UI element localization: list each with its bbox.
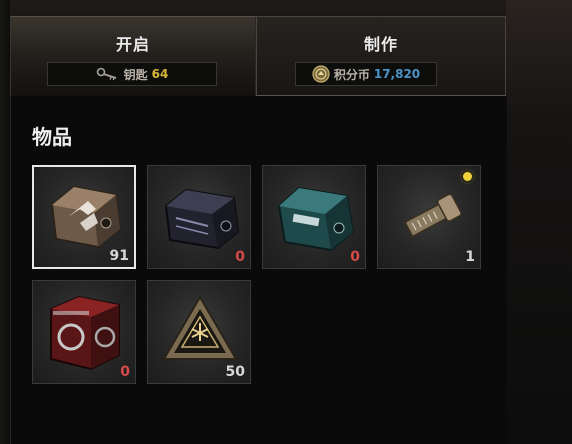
content-panel [10, 96, 507, 444]
item-slot-triangle-emblem[interactable]: 50 [147, 280, 251, 384]
item-count: 1 [465, 249, 475, 265]
keys-count: 64 [151, 67, 169, 81]
credits-count: 17,820 [373, 67, 421, 81]
keys-badge: 钥匙 64 [47, 62, 217, 86]
items-section-title: 物品 [32, 125, 72, 149]
tab-divider [256, 95, 506, 96]
background-edge-right [506, 0, 572, 444]
key-icon [96, 67, 116, 81]
credits-label: 积分币 [333, 67, 370, 82]
item-slot-key-fragment[interactable]: 1 [377, 165, 481, 269]
tab-craft-label: 制作 [363, 35, 398, 54]
item-slot-dark-crate[interactable]: 0 [147, 165, 251, 269]
tab-open-label: 开启 [115, 35, 150, 54]
item-count: 50 [225, 364, 245, 380]
item-slot-teal-crate[interactable]: 0 [262, 165, 366, 269]
item-count: 91 [109, 248, 129, 264]
tab-craft[interactable]: 制作 积分币 17,820 [256, 16, 506, 96]
credits-badge: 积分币 17,820 [295, 62, 437, 86]
item-count: 0 [235, 249, 245, 265]
item-slot-red-cube-crate[interactable]: 0 [32, 280, 136, 384]
tab-open[interactable]: 开启 钥匙 64 [10, 16, 256, 96]
keys-label: 钥匙 [123, 67, 148, 82]
item-count: 0 [120, 364, 130, 380]
item-slot-bronze-crate[interactable]: 91 [32, 165, 136, 269]
credit-coin-icon [312, 65, 330, 83]
background-edge [0, 0, 10, 444]
item-count: 0 [350, 249, 360, 265]
